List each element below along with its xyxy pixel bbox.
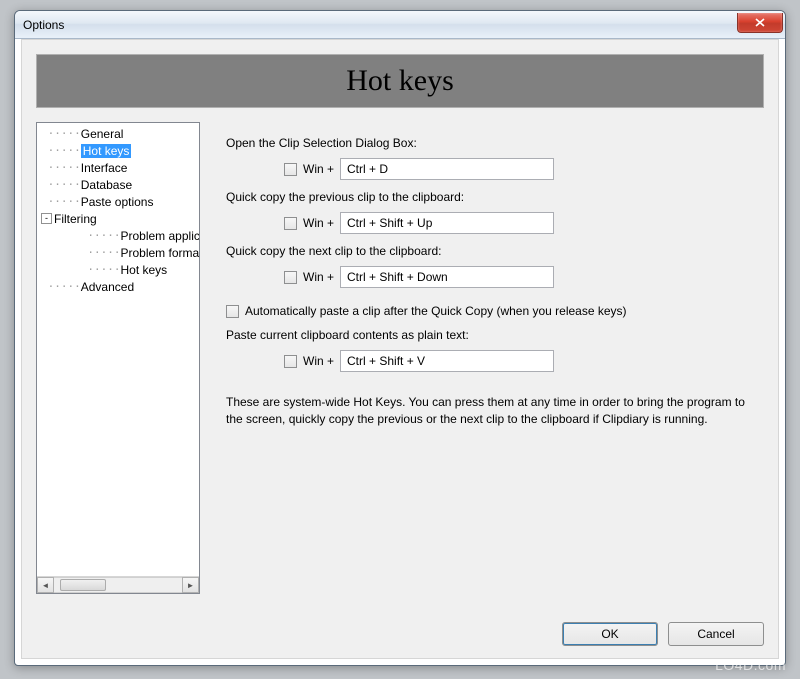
paste-plain-win-checkbox[interactable] [284,355,297,368]
auto-paste-label: Automatically paste a clip after the Qui… [245,304,627,318]
tree-item-label: Problem formats [120,246,199,260]
scroll-track[interactable] [54,577,182,593]
expander-icon[interactable]: - [41,213,52,224]
open-dialog-win-checkbox[interactable] [284,163,297,176]
hotkeys-panel: Open the Clip Selection Dialog Box: Win … [218,122,764,594]
open-dialog-win-label: Win + [303,162,334,176]
scroll-right-button[interactable]: ► [182,577,199,593]
tree-item-general[interactable]: ·····General [37,125,199,142]
cancel-button[interactable]: Cancel [668,622,764,646]
paste-plain-win-label: Win + [303,354,334,368]
close-button[interactable] [737,13,783,33]
quick-next-label: Quick copy the next clip to the clipboar… [226,244,758,258]
hotkeys-note: These are system-wide Hot Keys. You can … [226,394,758,429]
tree-item-interface[interactable]: ·····Interface [37,159,199,176]
tree-item-advanced[interactable]: ·····Advanced [37,278,199,295]
nav-tree[interactable]: ·····General ·····Hot keys ·····Interfac… [36,122,200,594]
quick-prev-win-checkbox[interactable] [284,217,297,230]
tree-item-label: Hot keys [81,144,132,158]
paste-plain-row: Win + [284,350,758,372]
tree-item-hot-keys[interactable]: ·····Hot keys [37,261,199,278]
paste-plain-label: Paste current clipboard contents as plai… [226,328,758,342]
window-controls [737,16,783,33]
page-title: Hot keys [346,64,454,98]
tree-item-label: Filtering [54,212,97,226]
tree-body: ·····General ·····Hot keys ·····Interfac… [37,123,199,576]
quick-prev-hotkey-input[interactable] [340,212,554,234]
quick-prev-row: Win + [284,212,758,234]
tree-item-label: General [81,127,124,141]
quick-next-win-label: Win + [303,270,334,284]
window-title: Options [23,18,737,32]
quick-next-hotkey-input[interactable] [340,266,554,288]
watermark: LO4D.com [715,657,786,673]
tree-item-problem-applicat[interactable]: ·····Problem applicat [37,227,199,244]
tree-item-label: Problem applicat [120,229,199,243]
close-icon [755,18,765,27]
tree-item-label: Advanced [81,280,134,294]
ok-button[interactable]: OK [562,622,658,646]
open-dialog-hotkey-input[interactable] [340,158,554,180]
quick-next-row: Win + [284,266,758,288]
client-area: Hot keys ·····General ·····Hot keys ····… [21,39,779,659]
tree-item-hot-keys[interactable]: ·····Hot keys [37,142,199,159]
tree-item-label: Interface [81,161,128,175]
open-dialog-label: Open the Clip Selection Dialog Box: [226,136,758,150]
tree-item-problem-formats[interactable]: ·····Problem formats [37,244,199,261]
tree-item-filtering[interactable]: -Filtering [37,210,199,227]
tree-item-paste-options[interactable]: ·····Paste options [37,193,199,210]
tree-horizontal-scrollbar[interactable]: ◄ ► [37,576,199,593]
quick-next-win-checkbox[interactable] [284,271,297,284]
scroll-left-button[interactable]: ◄ [37,577,54,593]
page-banner: Hot keys [36,54,764,108]
tree-item-database[interactable]: ·····Database [37,176,199,193]
paste-plain-hotkey-input[interactable] [340,350,554,372]
titlebar[interactable]: Options [15,11,785,39]
options-window: Options Hot keys ·····General ·····Hot k… [14,10,786,666]
auto-paste-checkbox[interactable] [226,305,239,318]
open-dialog-row: Win + [284,158,758,180]
auto-paste-row: Automatically paste a clip after the Qui… [226,304,758,318]
quick-prev-label: Quick copy the previous clip to the clip… [226,190,758,204]
tree-item-label: Hot keys [120,263,167,277]
dialog-buttons: OK Cancel [562,622,764,646]
main-columns: ·····General ·····Hot keys ·····Interfac… [36,122,764,594]
tree-item-label: Paste options [81,195,154,209]
scroll-thumb[interactable] [60,579,106,591]
quick-prev-win-label: Win + [303,216,334,230]
tree-item-label: Database [81,178,132,192]
